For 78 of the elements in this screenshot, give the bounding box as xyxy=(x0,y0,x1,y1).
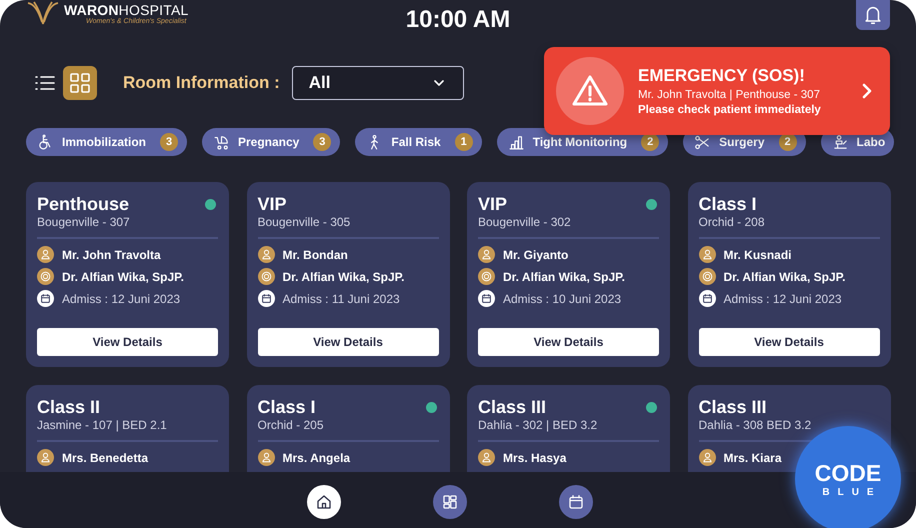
home-icon xyxy=(315,493,333,511)
room-location: Jasmine - 107 | BED 2.1 xyxy=(37,418,168,432)
patient-name: Mr. Kusnadi xyxy=(724,248,792,262)
person-icon xyxy=(478,449,495,466)
grid-view-button[interactable] xyxy=(63,66,97,100)
room-class: Class II xyxy=(37,397,100,417)
patient-name: Mrs. Kiara xyxy=(724,450,782,464)
room-location: Bougenville - 307 xyxy=(37,215,131,229)
person-icon xyxy=(478,246,495,263)
room-class: Class I xyxy=(698,194,757,214)
chevron-right-icon xyxy=(860,82,874,100)
calendar-icon xyxy=(698,290,716,307)
room-information-label: Room Information : xyxy=(123,73,280,93)
room-class: Class III xyxy=(478,397,546,417)
room-class: VIP xyxy=(478,194,508,214)
calendar-icon xyxy=(567,493,585,511)
room-location: Bougenville - 305 xyxy=(258,215,352,229)
view-details-button[interactable]: View Details xyxy=(258,328,438,356)
admission-date: Admiss : 12 Juni 2023 xyxy=(62,292,180,306)
patient-name: Mr. Bondan xyxy=(282,248,348,262)
patient-name: Mr. Giyanto xyxy=(503,248,568,262)
person-icon xyxy=(37,246,54,263)
layout-icon xyxy=(441,493,459,511)
emergency-toast[interactable]: EMERGENCY (SOS)! Mr. John Travolta | Penthouse - 307 Please check patient immediately xyxy=(544,47,890,135)
chart-icon xyxy=(508,134,525,150)
view-details-button[interactable]: View Details xyxy=(37,328,218,356)
patient-name: Mr. John Travolta xyxy=(62,248,161,262)
room-location: Bougenville - 302 xyxy=(478,215,572,229)
category-filter-chip[interactable]: Pregnancy 3 xyxy=(202,128,340,156)
admission-date: Admiss : 12 Juni 2023 xyxy=(724,292,842,306)
count-badge: 1 xyxy=(454,133,473,151)
doctor-name: Dr. Alfian Wika, SpJP. xyxy=(62,270,184,284)
lab-icon xyxy=(832,134,848,150)
room-location: Orchid - 205 xyxy=(258,418,325,432)
logo-wordmark: WARONHOSPITAL xyxy=(64,2,188,18)
chevron-down-icon xyxy=(432,79,445,87)
alert-message: Please check patient immediately xyxy=(638,104,822,116)
room-location: Dahlia - 302 | BED 3.2 xyxy=(478,418,598,432)
calendar-icon xyxy=(37,290,54,307)
nav-button[interactable] xyxy=(559,485,593,519)
room-class: Class I xyxy=(258,397,316,417)
warning-icon xyxy=(556,57,624,125)
room-location: Orchid - 208 xyxy=(698,215,766,229)
stroller-icon xyxy=(213,134,230,150)
person-icon xyxy=(698,246,716,263)
doctor-name: Dr. Alfian Wika, SpJP. xyxy=(282,270,404,284)
patient-name: Mrs. Hasya xyxy=(503,450,566,464)
count-badge: 3 xyxy=(160,133,178,151)
alert-title: EMERGENCY (SOS)! xyxy=(638,66,806,86)
room-class: Penthouse xyxy=(37,194,130,214)
logo-icon xyxy=(26,0,60,26)
grid-icon xyxy=(68,71,92,95)
doctor-name: Dr. Alfian Wika, SpJP. xyxy=(503,270,625,284)
room-class: VIP xyxy=(258,194,287,214)
patient-name: Mrs. Benedetta xyxy=(62,450,148,464)
person-icon xyxy=(258,246,274,263)
admission-date: Admiss : 11 Juni 2023 xyxy=(282,292,400,306)
category-filter-chip[interactable]: Fall Risk 1 xyxy=(355,128,482,156)
person-icon xyxy=(258,449,274,466)
nav-button[interactable] xyxy=(433,485,467,519)
person-icon xyxy=(37,449,54,466)
admission-date: Admiss : 10 Juni 2023 xyxy=(503,292,622,306)
calendar-icon xyxy=(478,290,495,307)
view-details-button[interactable]: View Details xyxy=(478,328,659,356)
clock-time: 10:00 AM xyxy=(406,5,510,34)
patient-name: Mrs. Angela xyxy=(282,450,350,464)
nav-button[interactable] xyxy=(307,485,341,519)
alert-patient-room: Mr. John Travolta | Penthouse - 307 xyxy=(638,89,821,101)
scissors-icon xyxy=(694,134,712,150)
person-icon xyxy=(698,449,716,466)
room-filter-dropdown[interactable]: All xyxy=(292,66,464,100)
calendar-icon xyxy=(258,290,274,307)
doctor-name: Dr. Alfian Wika, SpJP. xyxy=(724,270,846,284)
notification-button[interactable] xyxy=(856,0,890,30)
view-details-button[interactable]: View Details xyxy=(698,328,880,356)
room-class: Class III xyxy=(698,397,767,417)
category-filter-chip[interactable]: Immobilization 3 xyxy=(26,128,187,156)
count-badge: 3 xyxy=(313,133,332,151)
